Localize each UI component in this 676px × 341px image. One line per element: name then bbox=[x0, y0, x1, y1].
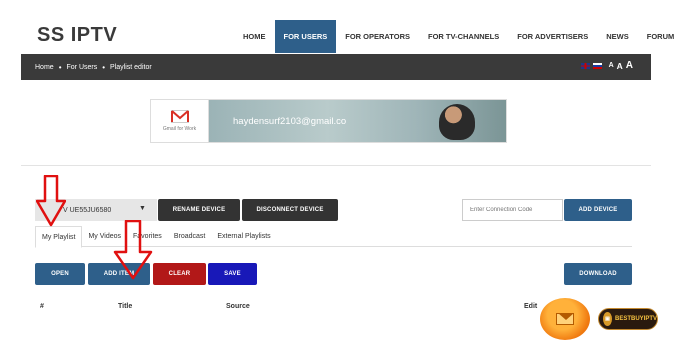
font-size-small[interactable]: A bbox=[609, 62, 614, 69]
site-logo[interactable]: SS IPTV bbox=[37, 24, 117, 47]
add-device-button[interactable]: ADD DEVICE bbox=[564, 199, 632, 221]
bestbuyiptv-logo: ▣ BESTBUYIPTV bbox=[598, 308, 658, 330]
language-and-font-controls: A A A bbox=[580, 60, 633, 71]
ru-flag-icon[interactable] bbox=[592, 62, 602, 69]
caret-down-icon: ▼ bbox=[139, 205, 146, 212]
font-size-large[interactable]: A bbox=[626, 60, 633, 71]
breadcrumb-for-users[interactable]: For Users bbox=[67, 64, 98, 71]
breadcrumb-home[interactable]: Home bbox=[35, 64, 54, 71]
rename-device-button[interactable]: RENAME DEVICE bbox=[158, 199, 240, 221]
envelope-icon bbox=[556, 313, 574, 325]
banner-image: haydensurf2103@gmail.co bbox=[209, 100, 506, 142]
column-header-number: # bbox=[40, 303, 44, 310]
breadcrumb-separator: • bbox=[58, 62, 62, 72]
open-button[interactable]: OPEN bbox=[35, 263, 85, 285]
banner-email: haydensurf2103@gmail.co bbox=[233, 116, 347, 127]
clear-button[interactable]: CLEAR bbox=[153, 263, 206, 285]
surfer-image bbox=[439, 104, 475, 140]
download-button[interactable]: DOWNLOAD bbox=[564, 263, 632, 285]
breadcrumb-separator: • bbox=[102, 62, 106, 72]
nav-for-advertisers[interactable]: FOR ADVERTISERS bbox=[508, 20, 597, 53]
disconnect-device-button[interactable]: DISCONNECT DEVICE bbox=[242, 199, 338, 221]
mail-badge[interactable] bbox=[540, 298, 590, 340]
nav-for-users[interactable]: FOR USERS bbox=[274, 20, 337, 53]
breadcrumb-playlist-editor: Playlist editor bbox=[110, 63, 152, 71]
divider bbox=[21, 165, 651, 166]
column-header-edit: Edit bbox=[524, 303, 538, 310]
ad-banner[interactable]: Gmail for Work haydensurf2103@gmail.co bbox=[150, 99, 507, 143]
nav-home[interactable]: HOME bbox=[234, 20, 275, 53]
tab-external-playlists[interactable]: External Playlists bbox=[211, 226, 276, 247]
top-navigation: HOME FOR USERS FOR OPERATORS FOR TV-CHAN… bbox=[234, 20, 676, 53]
nav-for-operators[interactable]: FOR OPERATORS bbox=[336, 20, 419, 53]
tv-icon: ▣ bbox=[603, 312, 612, 326]
gmail-icon bbox=[170, 110, 189, 123]
column-header-source: Source bbox=[226, 303, 250, 310]
device-name: V UE55JU6580 bbox=[63, 206, 112, 214]
red-arrow-down-icon bbox=[36, 175, 66, 227]
gmail-brand: Gmail for Work bbox=[151, 100, 209, 142]
bestbuyiptv-label: BESTBUYIPTV bbox=[614, 316, 657, 322]
red-arrow-down-icon bbox=[113, 220, 153, 280]
nav-forum[interactable]: FORUM bbox=[638, 20, 676, 53]
tab-broadcast[interactable]: Broadcast bbox=[168, 226, 212, 247]
connection-code-input[interactable] bbox=[462, 199, 563, 221]
column-header-title: Title bbox=[118, 303, 133, 310]
save-button[interactable]: SAVE bbox=[208, 263, 257, 285]
nav-for-tv-channels[interactable]: FOR TV-CHANNELS bbox=[419, 20, 508, 53]
tab-my-playlist[interactable]: My Playlist bbox=[35, 226, 83, 248]
uk-flag-icon[interactable] bbox=[580, 62, 590, 69]
gmail-brand-label: Gmail for Work bbox=[162, 126, 197, 132]
breadcrumb: Home • For Users • Playlist editor A A A bbox=[21, 54, 651, 80]
nav-news[interactable]: NEWS bbox=[597, 20, 638, 53]
font-size-medium[interactable]: A bbox=[617, 61, 623, 71]
